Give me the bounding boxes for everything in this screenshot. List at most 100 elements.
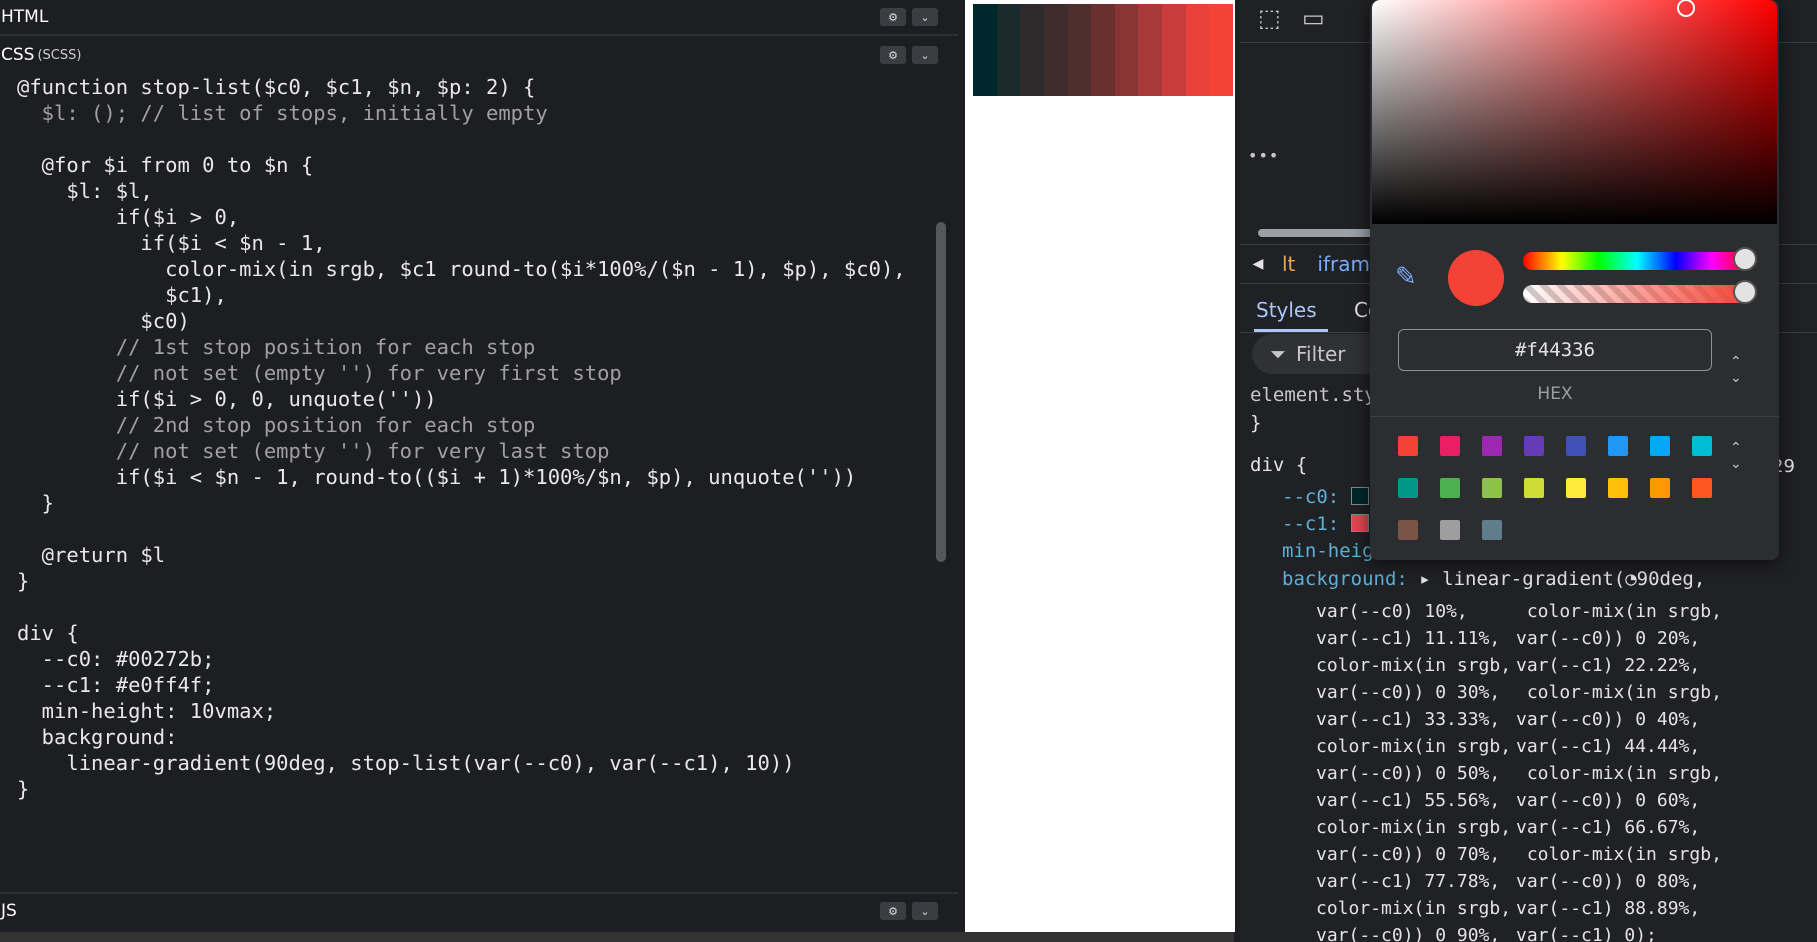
palette-swatch[interactable] xyxy=(1650,436,1670,456)
gradient-value-token[interactable]: var(--c1) 88.89%, xyxy=(1516,895,1700,922)
palette-swatch[interactable] xyxy=(1692,436,1712,456)
style-prop-c1[interactable]: --c1: xyxy=(1282,511,1372,538)
gradient-value-token[interactable]: var(--c1) 66.67%, xyxy=(1516,814,1700,841)
code-line[interactable]: $l: (); // list of stops, initially empt… xyxy=(17,98,548,128)
gradient-value-token[interactable]: var(--c1) 0); xyxy=(1516,922,1657,942)
palette-toggle-icon[interactable]: ⌃ ⌄ xyxy=(1730,440,1742,472)
gradient-value-token[interactable]: var(--c0)) 0 70%, xyxy=(1316,841,1500,868)
palette-swatch[interactable] xyxy=(1608,436,1628,456)
breadcrumb-item-left[interactable]: lt xyxy=(1282,252,1295,276)
gradient-value-token[interactable]: color-mix(in srgb, xyxy=(1516,679,1722,706)
palette-swatch[interactable] xyxy=(1524,436,1544,456)
hex-input[interactable]: #f44336 xyxy=(1398,329,1712,371)
palette-swatch[interactable] xyxy=(1692,478,1712,498)
css-settings-button[interactable]: ⚙ xyxy=(880,46,906,64)
html-panel-header[interactable]: HTML ⚙ ⌄ xyxy=(0,0,958,36)
color-picker-popup: ✎ #f44336 HEX ⌃ ⌄ ⌃ ⌄ xyxy=(1370,0,1779,560)
color-field-cursor[interactable] xyxy=(1677,0,1695,17)
style-prop-c0[interactable]: --c0: xyxy=(1282,484,1372,511)
code-line[interactable]: if($i < $n - 1, round-to(($i + 1)*100%/$… xyxy=(17,462,857,492)
palette-swatch[interactable] xyxy=(1482,520,1502,540)
gradient-stripe xyxy=(1067,4,1092,96)
palette-swatch[interactable] xyxy=(1566,478,1586,498)
js-settings-button[interactable]: ⚙ xyxy=(880,902,906,920)
alpha-slider[interactable] xyxy=(1523,280,1757,304)
gradient-value-token[interactable]: var(--c1) 22.22%, xyxy=(1516,652,1700,679)
gradient-value-token[interactable]: color-mix(in srgb, xyxy=(1516,598,1722,625)
palette-swatch[interactable] xyxy=(1398,436,1418,456)
css-code-editor[interactable]: @function stop-list($c0, $c1, $n, $p: 2)… xyxy=(0,72,945,890)
palette-swatch[interactable] xyxy=(1566,436,1586,456)
gradient-value-token[interactable]: var(--c0)) 0 20%, xyxy=(1516,625,1700,652)
code-line[interactable]: @return $l xyxy=(17,540,165,570)
css-panel-header[interactable]: CSS (SCSS) ⚙ ⌄ xyxy=(0,38,958,72)
gradient-value-token[interactable]: color-mix(in srgb, xyxy=(1316,733,1511,760)
alpha-slider-thumb[interactable] xyxy=(1733,280,1757,304)
palette-swatch[interactable] xyxy=(1398,478,1418,498)
format-toggle-icon[interactable]: ⌃ ⌄ xyxy=(1730,354,1742,386)
gradient-value-token[interactable]: color-mix(in srgb, xyxy=(1316,814,1511,841)
code-editor-pane: HTML ⚙ ⌄ CSS (SCSS) ⚙ ⌄ @function stop-l… xyxy=(0,0,958,942)
gradient-stripe xyxy=(996,4,1021,96)
gradient-value-token[interactable]: var(--c0)) 0 50%, xyxy=(1316,760,1500,787)
style-prop-background[interactable]: background: ▸ linear-gradient(◔90deg, xyxy=(1282,566,1705,593)
hue-slider-thumb[interactable] xyxy=(1733,247,1757,271)
gradient-value-token[interactable]: var(--c0)) 0 60%, xyxy=(1516,787,1700,814)
palette-swatch[interactable] xyxy=(1440,478,1460,498)
palette-swatch[interactable] xyxy=(1440,520,1460,540)
gradient-value-token[interactable]: var(--c1) 11.11%, xyxy=(1316,625,1500,652)
gradient-value-token[interactable]: color-mix(in srgb, xyxy=(1516,841,1722,868)
elements-hscrollbar[interactable] xyxy=(1258,229,1378,237)
current-color-swatch xyxy=(1448,250,1504,306)
gradient-value-token[interactable]: var(--c0)) 0 90%, xyxy=(1316,922,1500,942)
gradient-stripe xyxy=(1114,4,1139,96)
palette-swatch[interactable] xyxy=(1482,478,1502,498)
gradient-value-token[interactable]: var(--c1) 33.33%, xyxy=(1316,706,1500,733)
js-panel-title: JS xyxy=(1,901,17,921)
gradient-value-token[interactable]: var(--c0)) 0 30%, xyxy=(1316,679,1500,706)
code-line[interactable]: } xyxy=(17,566,29,596)
style-prop-minheight[interactable]: min-heig xyxy=(1282,538,1374,565)
code-line[interactable]: } xyxy=(17,774,29,804)
js-collapse-button[interactable]: ⌄ xyxy=(912,902,938,920)
gradient-preview-div[interactable] xyxy=(973,4,1234,96)
css-preprocessor-label: (SCSS) xyxy=(37,47,82,63)
element-style-selector[interactable]: element.sty xyxy=(1250,382,1376,409)
gradient-value-token[interactable]: color-mix(in srgb, xyxy=(1316,652,1511,679)
code-line[interactable]: } xyxy=(17,488,54,518)
device-toolbar-icon[interactable]: ▭ xyxy=(1302,4,1325,32)
html-collapse-button[interactable]: ⌄ xyxy=(912,8,938,26)
div-selector[interactable]: div { xyxy=(1250,452,1307,479)
filter-icon: ⏷ xyxy=(1270,342,1286,366)
gradient-stripe xyxy=(973,4,997,96)
gradient-value-token[interactable]: var(--c1) 44.44%, xyxy=(1516,733,1700,760)
palette-swatch[interactable] xyxy=(1608,478,1628,498)
html-settings-button[interactable]: ⚙ xyxy=(880,8,906,26)
picker-divider xyxy=(1370,416,1779,417)
gradient-value-token[interactable]: color-mix(in srgb, xyxy=(1516,760,1722,787)
code-line[interactable]: linear-gradient(90deg, stop-list(var(--c… xyxy=(17,748,794,778)
tab-styles[interactable]: Styles xyxy=(1256,298,1317,322)
palette-swatch[interactable] xyxy=(1440,436,1460,456)
gradient-value-token[interactable]: var(--c0)) 0 40%, xyxy=(1516,706,1700,733)
code-scrollbar[interactable] xyxy=(936,222,946,562)
breadcrumb-left-arrow-icon[interactable]: ◀ xyxy=(1240,256,1276,272)
eyedropper-icon[interactable]: ✎ xyxy=(1395,262,1417,292)
more-options-icon[interactable]: ••• xyxy=(1248,146,1279,165)
gradient-value-token[interactable]: var(--c1) 77.78%, xyxy=(1316,868,1500,895)
saturation-value-field[interactable] xyxy=(1372,0,1777,224)
gradient-stripe xyxy=(1091,4,1115,96)
palette-swatch[interactable] xyxy=(1398,520,1418,540)
gradient-value-token[interactable]: color-mix(in srgb, xyxy=(1316,895,1511,922)
js-panel-header[interactable]: JS ⚙ ⌄ xyxy=(0,892,958,928)
css-collapse-button[interactable]: ⌄ xyxy=(912,46,938,64)
chevron-down-icon: ⌄ xyxy=(920,10,930,24)
hue-slider[interactable] xyxy=(1523,247,1757,271)
inspect-element-icon[interactable]: ⬚ xyxy=(1258,4,1281,32)
palette-swatch[interactable] xyxy=(1650,478,1670,498)
gradient-value-token[interactable]: var(--c0)) 0 80%, xyxy=(1516,868,1700,895)
palette-swatch[interactable] xyxy=(1524,478,1544,498)
gradient-value-token[interactable]: var(--c0) 10%, xyxy=(1316,598,1468,625)
gradient-value-token[interactable]: var(--c1) 55.56%, xyxy=(1316,787,1500,814)
palette-swatch[interactable] xyxy=(1482,436,1502,456)
